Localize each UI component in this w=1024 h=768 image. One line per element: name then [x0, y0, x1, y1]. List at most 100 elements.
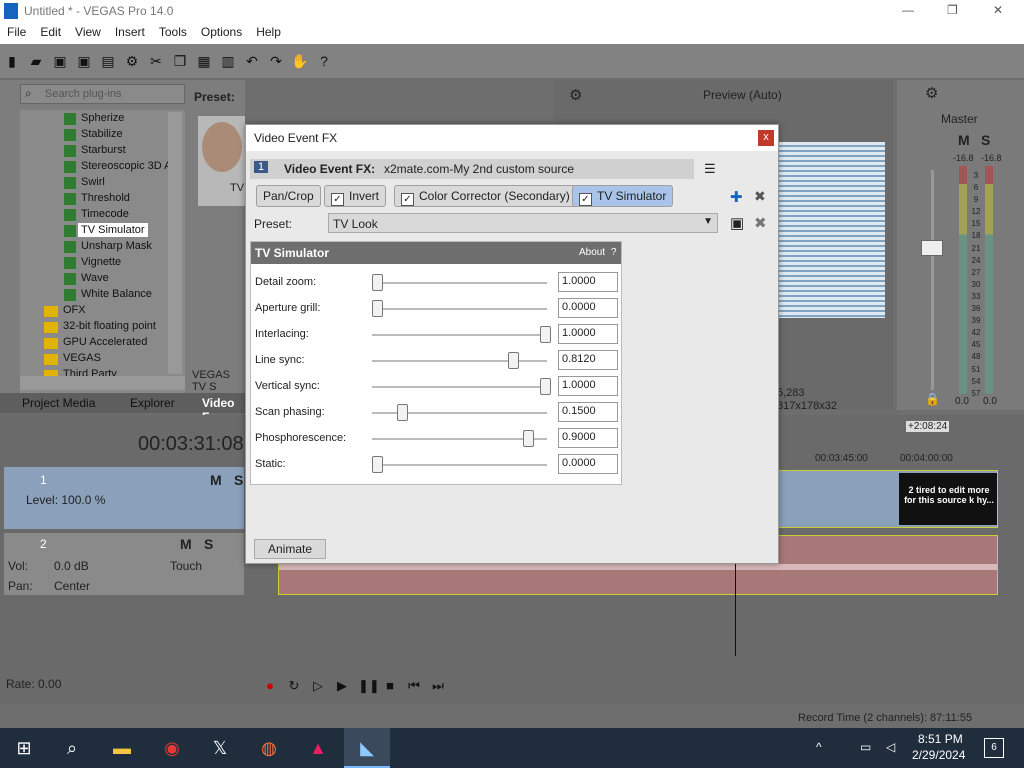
undo-icon[interactable]: ↶ [243, 52, 261, 70]
chain-item-pan-crop[interactable]: Pan/Crop [256, 185, 321, 207]
windows-start-icon[interactable]: ⊞ [12, 736, 36, 760]
slider-track[interactable] [372, 282, 547, 284]
cut-icon[interactable]: ✂ [147, 52, 165, 70]
app-icon[interactable]: ▲ [306, 736, 330, 760]
clock-date[interactable]: 2/29/2024 [912, 748, 965, 762]
checkbox-icon[interactable]: ✓ [579, 193, 592, 206]
vegas-taskbar-button-active[interactable]: ◣ [344, 728, 390, 768]
menu-file[interactable]: File [0, 22, 33, 42]
loop-icon[interactable]: ↻ [286, 678, 302, 694]
folder-32bit[interactable]: 32-bit floating point [63, 320, 156, 332]
about-link[interactable]: About [579, 247, 605, 258]
play-icon[interactable]: ▶ [334, 678, 350, 694]
param-value-input[interactable]: 1.0000 [558, 324, 618, 344]
menu-tools[interactable]: Tools [152, 22, 194, 42]
plugin-item-tv-simulator-selected[interactable]: TV Simulator [78, 223, 148, 237]
slider-track[interactable] [372, 464, 547, 466]
go-to-start-icon[interactable]: ⏮ [406, 678, 422, 694]
master-mute-button[interactable]: M [958, 132, 970, 148]
track-2-solo-button[interactable]: S [204, 536, 213, 552]
param-value-input[interactable]: 1.0000 [558, 272, 618, 292]
slider-thumb[interactable] [372, 300, 383, 317]
slider-thumb[interactable] [540, 378, 551, 395]
menu-help[interactable]: Help [249, 22, 288, 42]
plugin-chain-icon[interactable]: ✚ [730, 188, 743, 206]
plugin-item-spherize[interactable]: Spherize [81, 112, 124, 124]
menu-view[interactable]: View [68, 22, 108, 42]
track-2-mute-button[interactable]: M [180, 536, 192, 552]
minimize-button[interactable]: — [902, 3, 914, 17]
preset-thumbnail[interactable]: TV [198, 116, 245, 206]
track-1-solo-button[interactable]: S [234, 472, 243, 488]
slider-track[interactable] [372, 438, 547, 440]
search-icon[interactable]: ⌕ [60, 736, 84, 760]
maximize-button[interactable]: ❐ [947, 3, 958, 17]
redo-icon[interactable]: ↷ [267, 52, 285, 70]
menu-edit[interactable]: Edit [33, 22, 68, 42]
slider-track[interactable] [372, 308, 547, 310]
close-button[interactable]: ✕ [993, 3, 1003, 17]
go-to-end-icon[interactable]: ⏭ [430, 678, 446, 694]
plugin-item-white-balance[interactable]: White Balance [81, 288, 152, 300]
chrome-icon[interactable]: ◉ [160, 736, 184, 760]
copy-icon[interactable]: ❐ [171, 52, 189, 70]
plugin-item-swirl[interactable]: Swirl [81, 176, 105, 188]
volume-icon[interactable]: ◁ [886, 740, 895, 754]
paste-icon[interactable]: ▦ [195, 52, 213, 70]
record-icon[interactable]: ● [262, 678, 278, 693]
plugin-item-unsharp-mask[interactable]: Unsharp Mask [81, 240, 152, 252]
network-icon[interactable]: ▭ [860, 740, 871, 754]
open-icon[interactable]: ▰ [27, 52, 45, 70]
x-app-icon[interactable]: 𝕏 [208, 736, 232, 760]
plugin-item-starburst[interactable]: Starburst [81, 144, 126, 156]
dialog-close-button[interactable]: x [758, 130, 774, 146]
properties-gear-icon[interactable]: ⚙ [123, 52, 141, 70]
automation-touch-dropdown[interactable]: Touch [170, 559, 202, 573]
notification-center-icon[interactable]: 6 [984, 738, 1004, 758]
tab-explorer[interactable]: Explorer [130, 396, 175, 410]
param-value-input[interactable]: 0.1500 [558, 402, 618, 422]
chain-item-invert[interactable]: ✓ Invert [324, 185, 387, 207]
plugin-item-stabilize[interactable]: Stabilize [81, 128, 123, 140]
plugin-item-threshold[interactable]: Threshold [81, 192, 130, 204]
chain-item-tv-simulator[interactable]: ✓ TV Simulator [572, 185, 674, 207]
preview-mode-dropdown[interactable]: Preview (Auto) [703, 88, 782, 102]
lock-icon[interactable]: 🔒 [925, 392, 940, 406]
menu-options[interactable]: Options [194, 22, 249, 42]
stop-icon[interactable]: ■ [382, 678, 398, 693]
tab-project-media[interactable]: Project Media [22, 396, 95, 410]
whats-this-help-icon[interactable]: ? [315, 52, 333, 70]
checkbox-icon[interactable]: ✓ [331, 193, 344, 206]
save-preset-icon[interactable]: ▣ [730, 214, 744, 232]
param-value-input[interactable]: 0.0000 [558, 454, 618, 474]
delete-icon[interactable]: ▥ [219, 52, 237, 70]
plugin-item-stereoscopic[interactable]: Stereoscopic 3D A [81, 160, 172, 172]
menu-insert[interactable]: Insert [108, 22, 152, 42]
folder-vegas[interactable]: VEGAS [63, 352, 101, 364]
text-overlay-clip[interactable]: 2 tired to edit more for this source k h… [899, 473, 997, 525]
clock-time[interactable]: 8:51 PM [918, 732, 963, 746]
save-as-icon[interactable]: ▣ [75, 52, 93, 70]
slider-thumb[interactable] [397, 404, 409, 421]
checkbox-icon[interactable]: ✓ [401, 193, 414, 206]
track-1-mute-button[interactable]: M [210, 472, 222, 488]
param-value-input[interactable]: 1.0000 [558, 376, 618, 396]
pause-icon[interactable]: ❚❚ [358, 678, 380, 694]
search-input[interactable]: Search plug-ins [45, 88, 121, 100]
preset-dropdown[interactable]: TV Look ▼ [328, 213, 718, 233]
slider-thumb[interactable] [372, 456, 383, 473]
master-fader-thumb[interactable] [921, 240, 943, 256]
slider-thumb[interactable] [523, 430, 535, 447]
remove-plugin-icon[interactable]: ✖ [754, 188, 766, 205]
plugin-item-timecode[interactable]: Timecode [81, 208, 129, 220]
slider-thumb[interactable] [540, 326, 551, 343]
render-icon[interactable]: ▤ [99, 52, 117, 70]
param-value-input[interactable]: 0.9000 [558, 428, 618, 448]
slider-thumb[interactable] [508, 352, 520, 369]
folder-gpu[interactable]: GPU Accelerated [63, 336, 147, 348]
master-solo-button[interactable]: S [981, 132, 990, 148]
plugin-item-vignette[interactable]: Vignette [81, 256, 121, 268]
firefox-icon[interactable]: ◍ [257, 736, 281, 760]
folder-ofx[interactable]: OFX [63, 304, 86, 316]
param-value-input[interactable]: 0.8120 [558, 350, 618, 370]
